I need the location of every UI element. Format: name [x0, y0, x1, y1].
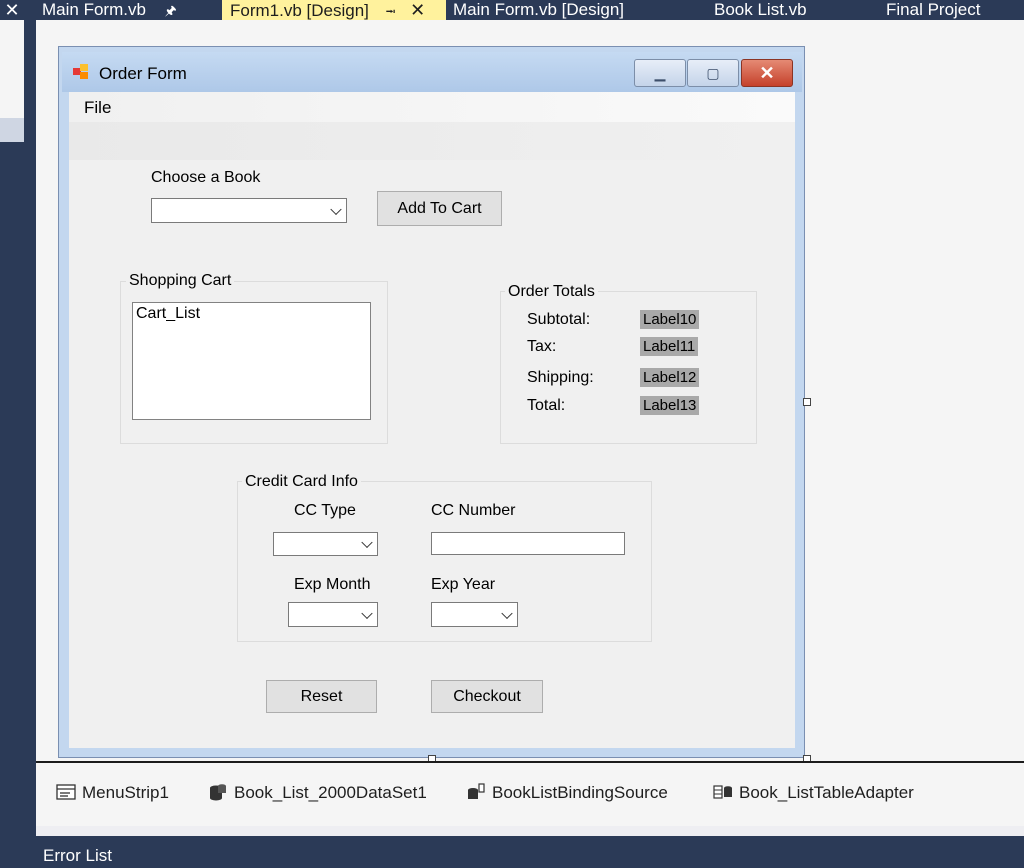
maximize-button[interactable]: ▢ — [687, 59, 739, 87]
chevron-down-icon — [330, 203, 342, 215]
cc-number-label: CC Number — [431, 502, 516, 519]
total-label: Total: — [527, 397, 566, 414]
cc-number-field[interactable] — [431, 532, 625, 555]
document-tab-bar: Main Form.vb 🖈 Form1.vb [Design] ⭲ ✕ Mai… — [36, 0, 1024, 20]
tray-item-table-adapter[interactable]: Book_ListTableAdapter — [713, 783, 914, 803]
cart-listbox[interactable]: Cart_List — [132, 302, 371, 420]
close-tab-icon[interactable]: ✕ — [410, 0, 425, 20]
cart-list-text: Cart_List — [136, 305, 201, 322]
tax-label: Tax: — [527, 338, 557, 355]
form-title: Order Form — [99, 64, 187, 83]
dataset-icon — [210, 784, 226, 801]
tray-item-dataset[interactable]: Book_List_2000DataSet1 — [208, 783, 427, 803]
pin-icon[interactable]: 🖈 — [165, 3, 177, 18]
tray-item-label: MenuStrip1 — [82, 783, 169, 802]
tab-book-list-vb[interactable]: Book List.vb — [714, 0, 807, 20]
tab-form1-design[interactable]: Form1.vb [Design] ⭲ ✕ — [222, 0, 446, 20]
exp-year-label: Exp Year — [431, 576, 496, 593]
chevron-down-icon — [501, 607, 513, 619]
shipping-value: Label12 — [640, 368, 700, 387]
book-combo[interactable] — [151, 198, 347, 223]
tab-final-project[interactable]: Final Project — [886, 0, 980, 20]
tray-item-binding-source[interactable]: BookListBindingSource — [466, 783, 668, 803]
order-totals-title: Order Totals — [505, 283, 598, 301]
maximize-icon: ▢ — [706, 65, 720, 81]
tab-main-form-design[interactable]: Main Form.vb [Design] — [453, 0, 624, 20]
exp-month-label: Exp Month — [294, 576, 371, 593]
minimize-icon: ▁ — [654, 65, 666, 81]
shipping-label: Shipping: — [527, 369, 594, 386]
minimize-button[interactable]: ▁ — [634, 59, 686, 87]
form-app-icon — [73, 64, 91, 80]
chevron-down-icon — [361, 607, 373, 619]
total-value: Label13 — [640, 396, 700, 415]
exp-year-combo[interactable] — [431, 602, 518, 627]
tray-item-label: Book_ListTableAdapter — [739, 783, 914, 802]
error-list-title[interactable]: Error List — [43, 846, 112, 866]
menu-strip-shadow — [69, 122, 795, 160]
resize-handle-right[interactable] — [803, 398, 811, 406]
chevron-down-icon — [361, 536, 373, 549]
menu-file[interactable]: File — [84, 98, 111, 118]
credit-card-title: Credit Card Info — [242, 473, 361, 491]
binding-source-icon — [468, 783, 485, 799]
subtotal-label: Subtotal: — [527, 311, 591, 328]
left-edge — [24, 0, 36, 868]
pin-icon[interactable]: ⭲ — [386, 4, 396, 19]
left-panel — [0, 20, 24, 142]
cc-type-combo[interactable] — [273, 532, 378, 556]
menu-strip — [69, 92, 795, 122]
menustrip-icon — [56, 784, 76, 800]
tax-value: Label11 — [640, 337, 699, 356]
tray-bottom-gap — [36, 826, 1024, 836]
checkout-button[interactable]: Checkout — [431, 680, 543, 713]
close-button[interactable]: ✕ — [741, 59, 793, 87]
reset-button[interactable]: Reset — [266, 680, 377, 713]
tab-label: Form1.vb [Design] — [230, 1, 369, 20]
table-adapter-icon — [713, 785, 732, 799]
error-list-panel[interactable] — [36, 836, 1024, 868]
exp-month-combo[interactable] — [288, 602, 378, 627]
left-panel-selection — [0, 118, 24, 142]
tray-item-menustrip[interactable]: MenuStrip1 — [56, 783, 169, 803]
tray-item-label: BookListBindingSource — [492, 783, 668, 802]
add-to-cart-button[interactable]: Add To Cart — [377, 191, 502, 226]
tab-main-form-vb[interactable]: Main Form.vb 🖈 — [42, 0, 177, 20]
cc-type-label: CC Type — [294, 502, 356, 519]
tab-label: Main Form.vb — [42, 0, 146, 19]
tray-item-label: Book_List_2000DataSet1 — [234, 783, 427, 802]
subtotal-value: Label10 — [640, 310, 700, 329]
shopping-cart-title: Shopping Cart — [126, 272, 235, 290]
close-icon: ✕ — [759, 63, 775, 83]
close-icon[interactable]: ✕ — [0, 0, 24, 20]
choose-book-label: Choose a Book — [151, 169, 261, 186]
